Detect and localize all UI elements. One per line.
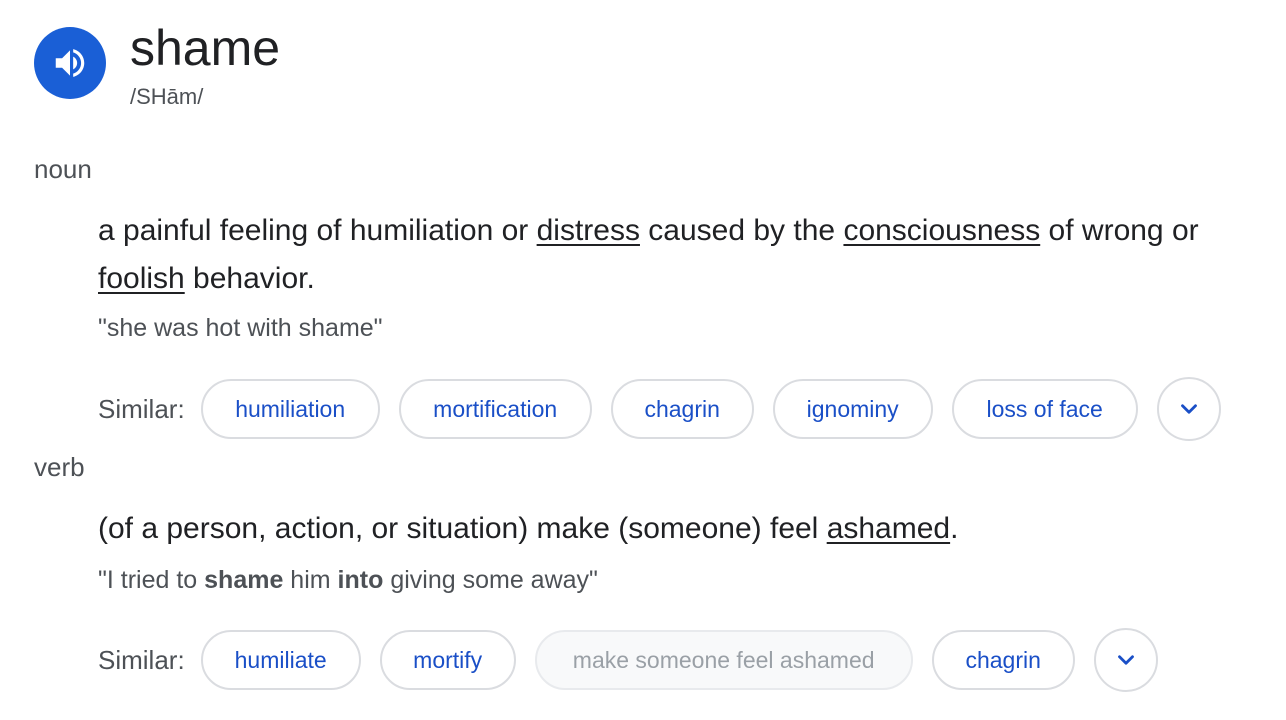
similar-chip-mortify[interactable]: mortify [379, 630, 516, 690]
definition-link-consciousness[interactable]: consciousness [843, 214, 1040, 247]
dictionary-header: shame /SHām/ [34, 18, 280, 110]
example-keyword: shame [204, 566, 284, 594]
similar-chip-humiliation[interactable]: humiliation [200, 379, 380, 439]
expand-similar-button[interactable] [1093, 628, 1158, 692]
expand-similar-button[interactable] [1156, 377, 1221, 441]
similar-chip-humiliate[interactable]: humiliate [200, 630, 361, 690]
entry-word: shame [130, 20, 281, 76]
definition-link-distress[interactable]: distress [537, 214, 640, 247]
definition-text: . [950, 512, 959, 545]
noun-definition: a painful feeling of humiliation or dist… [98, 207, 1284, 303]
example-text: "I tried to [98, 566, 205, 594]
similar-chip-chagrin[interactable]: chagrin [931, 630, 1075, 690]
chevron-down-icon [1180, 404, 1197, 414]
definition-text: (of a person, action, or situation) make… [98, 512, 827, 545]
volume-up-icon [55, 49, 85, 77]
similar-chip-loss-of-face[interactable]: loss of face [951, 379, 1138, 439]
example-keyword: into [337, 566, 384, 594]
similar-label: Similar: [98, 644, 185, 675]
chevron-down-icon [1117, 655, 1134, 665]
pronunciation-button[interactable] [34, 27, 106, 99]
similar-chip-mortification[interactable]: mortification [398, 379, 592, 439]
part-of-speech-noun: noun [34, 154, 92, 184]
similar-chip-chagrin[interactable]: chagrin [610, 379, 754, 439]
similar-label: Similar: [98, 393, 185, 424]
definition-text: a painful feeling of humiliation or [98, 214, 537, 247]
definition-link-ashamed[interactable]: ashamed [827, 512, 950, 545]
verb-example: "I tried to shame him into giving some a… [98, 566, 598, 595]
definition-link-foolish[interactable]: foolish [98, 262, 185, 295]
entry-titles: shame /SHām/ [130, 18, 280, 110]
verb-similar-row: Similar: humiliate mortify make someone … [98, 628, 1158, 692]
similar-chip-ignominy[interactable]: ignominy [772, 379, 933, 439]
entry-phonetic: /SHām/ [130, 84, 204, 109]
part-of-speech-verb: verb [34, 452, 85, 482]
definition-text: behavior. [184, 262, 315, 295]
example-text: giving some away" [383, 566, 598, 594]
noun-similar-row: Similar: humiliation mortification chagr… [98, 377, 1221, 441]
example-text: him [283, 566, 338, 594]
verb-definition: (of a person, action, or situation) make… [98, 505, 1284, 553]
definition-text: caused by the [639, 214, 844, 247]
noun-example: "she was hot with shame" [98, 314, 383, 342]
similar-chip-make-someone-feel-ashamed: make someone feel ashamed [534, 630, 913, 690]
definition-text: of wrong or [1040, 214, 1199, 247]
